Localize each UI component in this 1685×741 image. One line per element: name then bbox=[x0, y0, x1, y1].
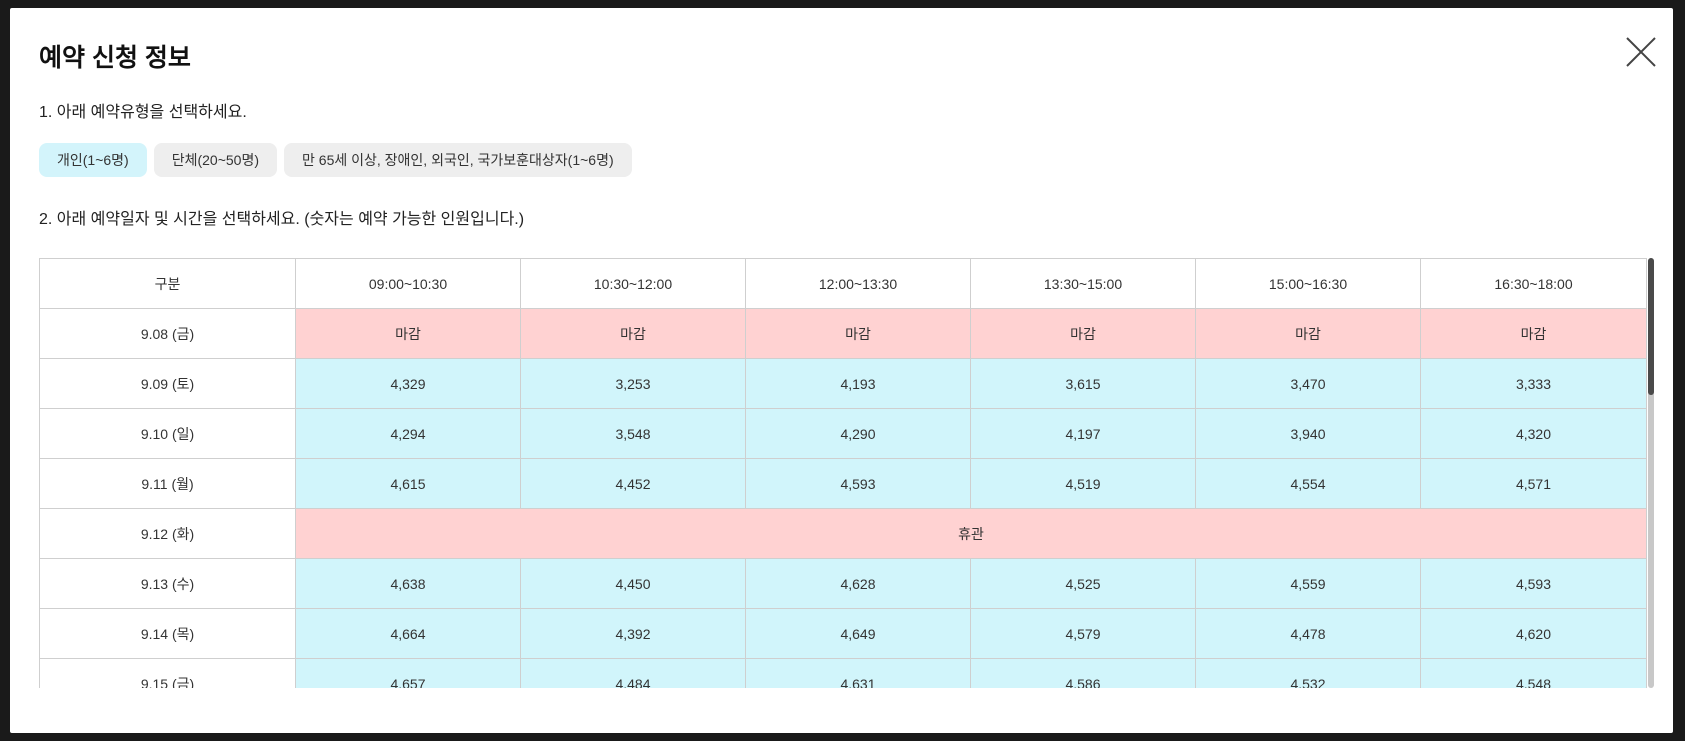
header-timeslot: 09:00~10:30 bbox=[295, 258, 521, 309]
table-header-row: 구분 09:00~10:30 10:30~12:00 12:00~13:30 13:30… bbox=[39, 258, 1647, 309]
table-row: 9.13 (수) 4,638 4,450 4,628 4,525 4,559 4,593 bbox=[39, 558, 1647, 609]
type-individual-button[interactable]: 개인(1~6명) bbox=[39, 143, 147, 177]
reservation-type-group: 개인(1~6명) 단체(20~50명) 만 65세 이상, 장애인, 외국인, … bbox=[39, 143, 632, 177]
available-slot-cell[interactable]: 4,478 bbox=[1195, 608, 1421, 659]
available-slot-cell[interactable]: 4,290 bbox=[745, 408, 971, 459]
available-slot-cell[interactable]: 4,620 bbox=[1420, 608, 1647, 659]
available-slot-cell[interactable]: 4,519 bbox=[970, 458, 1196, 509]
available-slot-cell[interactable]: 4,392 bbox=[520, 608, 746, 659]
table-row: 9.10 (일) 4,294 3,548 4,290 4,197 3,940 4,320 bbox=[39, 408, 1647, 459]
available-slot-cell[interactable]: 4,559 bbox=[1195, 558, 1421, 609]
available-slot-cell[interactable]: 3,615 bbox=[970, 358, 1196, 409]
header-category: 구분 bbox=[39, 258, 296, 309]
date-cell: 9.11 (월) bbox=[39, 458, 296, 509]
available-slot-cell[interactable]: 3,470 bbox=[1195, 358, 1421, 409]
header-timeslot: 10:30~12:00 bbox=[520, 258, 746, 309]
available-slot-cell[interactable]: 4,320 bbox=[1420, 408, 1647, 459]
date-cell: 9.08 (금) bbox=[39, 308, 296, 359]
schedule-table-container: 구분 09:00~10:30 10:30~12:00 12:00~13:30 13:30… bbox=[39, 258, 1660, 688]
available-slot-cell[interactable]: 4,586 bbox=[970, 658, 1196, 688]
date-cell: 9.14 (목) bbox=[39, 608, 296, 659]
type-group-button[interactable]: 단체(20~50명) bbox=[153, 143, 278, 177]
closed-slot-cell: 마감 bbox=[745, 308, 971, 359]
available-slot-cell[interactable]: 4,664 bbox=[295, 608, 521, 659]
available-slot-cell[interactable]: 4,638 bbox=[295, 558, 521, 609]
available-slot-cell[interactable]: 4,484 bbox=[520, 658, 746, 688]
available-slot-cell[interactable]: 4,525 bbox=[970, 558, 1196, 609]
header-timeslot: 12:00~13:30 bbox=[745, 258, 971, 309]
date-cell: 9.09 (토) bbox=[39, 358, 296, 409]
holiday-cell: 휴관 bbox=[295, 508, 1647, 559]
scrollbar-thumb[interactable] bbox=[1648, 258, 1654, 395]
available-slot-cell[interactable]: 3,333 bbox=[1420, 358, 1647, 409]
available-slot-cell[interactable]: 4,294 bbox=[295, 408, 521, 459]
closed-slot-cell: 마감 bbox=[295, 308, 521, 359]
schedule-table: 구분 09:00~10:30 10:30~12:00 12:00~13:30 13:30… bbox=[39, 258, 1647, 688]
available-slot-cell[interactable]: 4,548 bbox=[1420, 658, 1647, 688]
step1-label: 1. 아래 예약유형을 선택하세요. bbox=[39, 104, 247, 121]
available-slot-cell[interactable]: 3,940 bbox=[1195, 408, 1421, 459]
date-cell: 9.10 (일) bbox=[39, 408, 296, 459]
date-cell: 9.15 (금) bbox=[39, 658, 296, 688]
closed-slot-cell: 마감 bbox=[520, 308, 746, 359]
table-row: 9.12 (화) 휴관 bbox=[39, 508, 1647, 559]
available-slot-cell[interactable]: 4,657 bbox=[295, 658, 521, 688]
table-row: 9.08 (금) 마감 마감 마감 마감 마감 마감 bbox=[39, 308, 1647, 359]
table-row: 9.15 (금) 4,657 4,484 4,631 4,586 4,532 4,548 bbox=[39, 658, 1647, 688]
available-slot-cell[interactable]: 4,193 bbox=[745, 358, 971, 409]
header-timeslot: 16:30~18:00 bbox=[1420, 258, 1647, 309]
available-slot-cell[interactable]: 4,649 bbox=[745, 608, 971, 659]
step2-label: 2. 아래 예약일자 및 시간을 선택하세요. (숫자는 예약 가능한 인원입니… bbox=[39, 211, 525, 228]
modal-title: 예약 신청 정보 bbox=[39, 44, 191, 72]
type-priority-button[interactable]: 만 65세 이상, 장애인, 외국인, 국가보훈대상자(1~6명) bbox=[284, 143, 632, 177]
available-slot-cell[interactable]: 4,615 bbox=[295, 458, 521, 509]
available-slot-cell[interactable]: 4,329 bbox=[295, 358, 521, 409]
closed-slot-cell: 마감 bbox=[1420, 308, 1647, 359]
available-slot-cell[interactable]: 4,571 bbox=[1420, 458, 1647, 509]
available-slot-cell[interactable]: 4,631 bbox=[745, 658, 971, 688]
available-slot-cell[interactable]: 3,548 bbox=[520, 408, 746, 459]
closed-slot-cell: 마감 bbox=[1195, 308, 1421, 359]
date-cell: 9.13 (수) bbox=[39, 558, 296, 609]
close-button[interactable] bbox=[1621, 32, 1661, 72]
available-slot-cell[interactable]: 4,197 bbox=[970, 408, 1196, 459]
available-slot-cell[interactable]: 4,628 bbox=[745, 558, 971, 609]
available-slot-cell[interactable]: 4,593 bbox=[1420, 558, 1647, 609]
header-timeslot: 13:30~15:00 bbox=[970, 258, 1196, 309]
table-row: 9.09 (토) 4,329 3,253 4,193 3,615 3,470 3,333 bbox=[39, 358, 1647, 409]
table-row: 9.11 (월) 4,615 4,452 4,593 4,519 4,554 4,571 bbox=[39, 458, 1647, 509]
available-slot-cell[interactable]: 4,532 bbox=[1195, 658, 1421, 688]
closed-slot-cell: 마감 bbox=[970, 308, 1196, 359]
available-slot-cell[interactable]: 4,554 bbox=[1195, 458, 1421, 509]
reservation-modal: 예약 신청 정보 1. 아래 예약유형을 선택하세요. 개인(1~6명) 단체(… bbox=[10, 8, 1673, 733]
close-icon bbox=[1626, 37, 1656, 67]
table-row: 9.14 (목) 4,664 4,392 4,649 4,579 4,478 4,620 bbox=[39, 608, 1647, 659]
available-slot-cell[interactable]: 4,593 bbox=[745, 458, 971, 509]
available-slot-cell[interactable]: 3,253 bbox=[520, 358, 746, 409]
available-slot-cell[interactable]: 4,450 bbox=[520, 558, 746, 609]
scrollbar-track[interactable] bbox=[1648, 258, 1654, 688]
date-cell: 9.12 (화) bbox=[39, 508, 296, 559]
available-slot-cell[interactable]: 4,452 bbox=[520, 458, 746, 509]
available-slot-cell[interactable]: 4,579 bbox=[970, 608, 1196, 659]
header-timeslot: 15:00~16:30 bbox=[1195, 258, 1421, 309]
